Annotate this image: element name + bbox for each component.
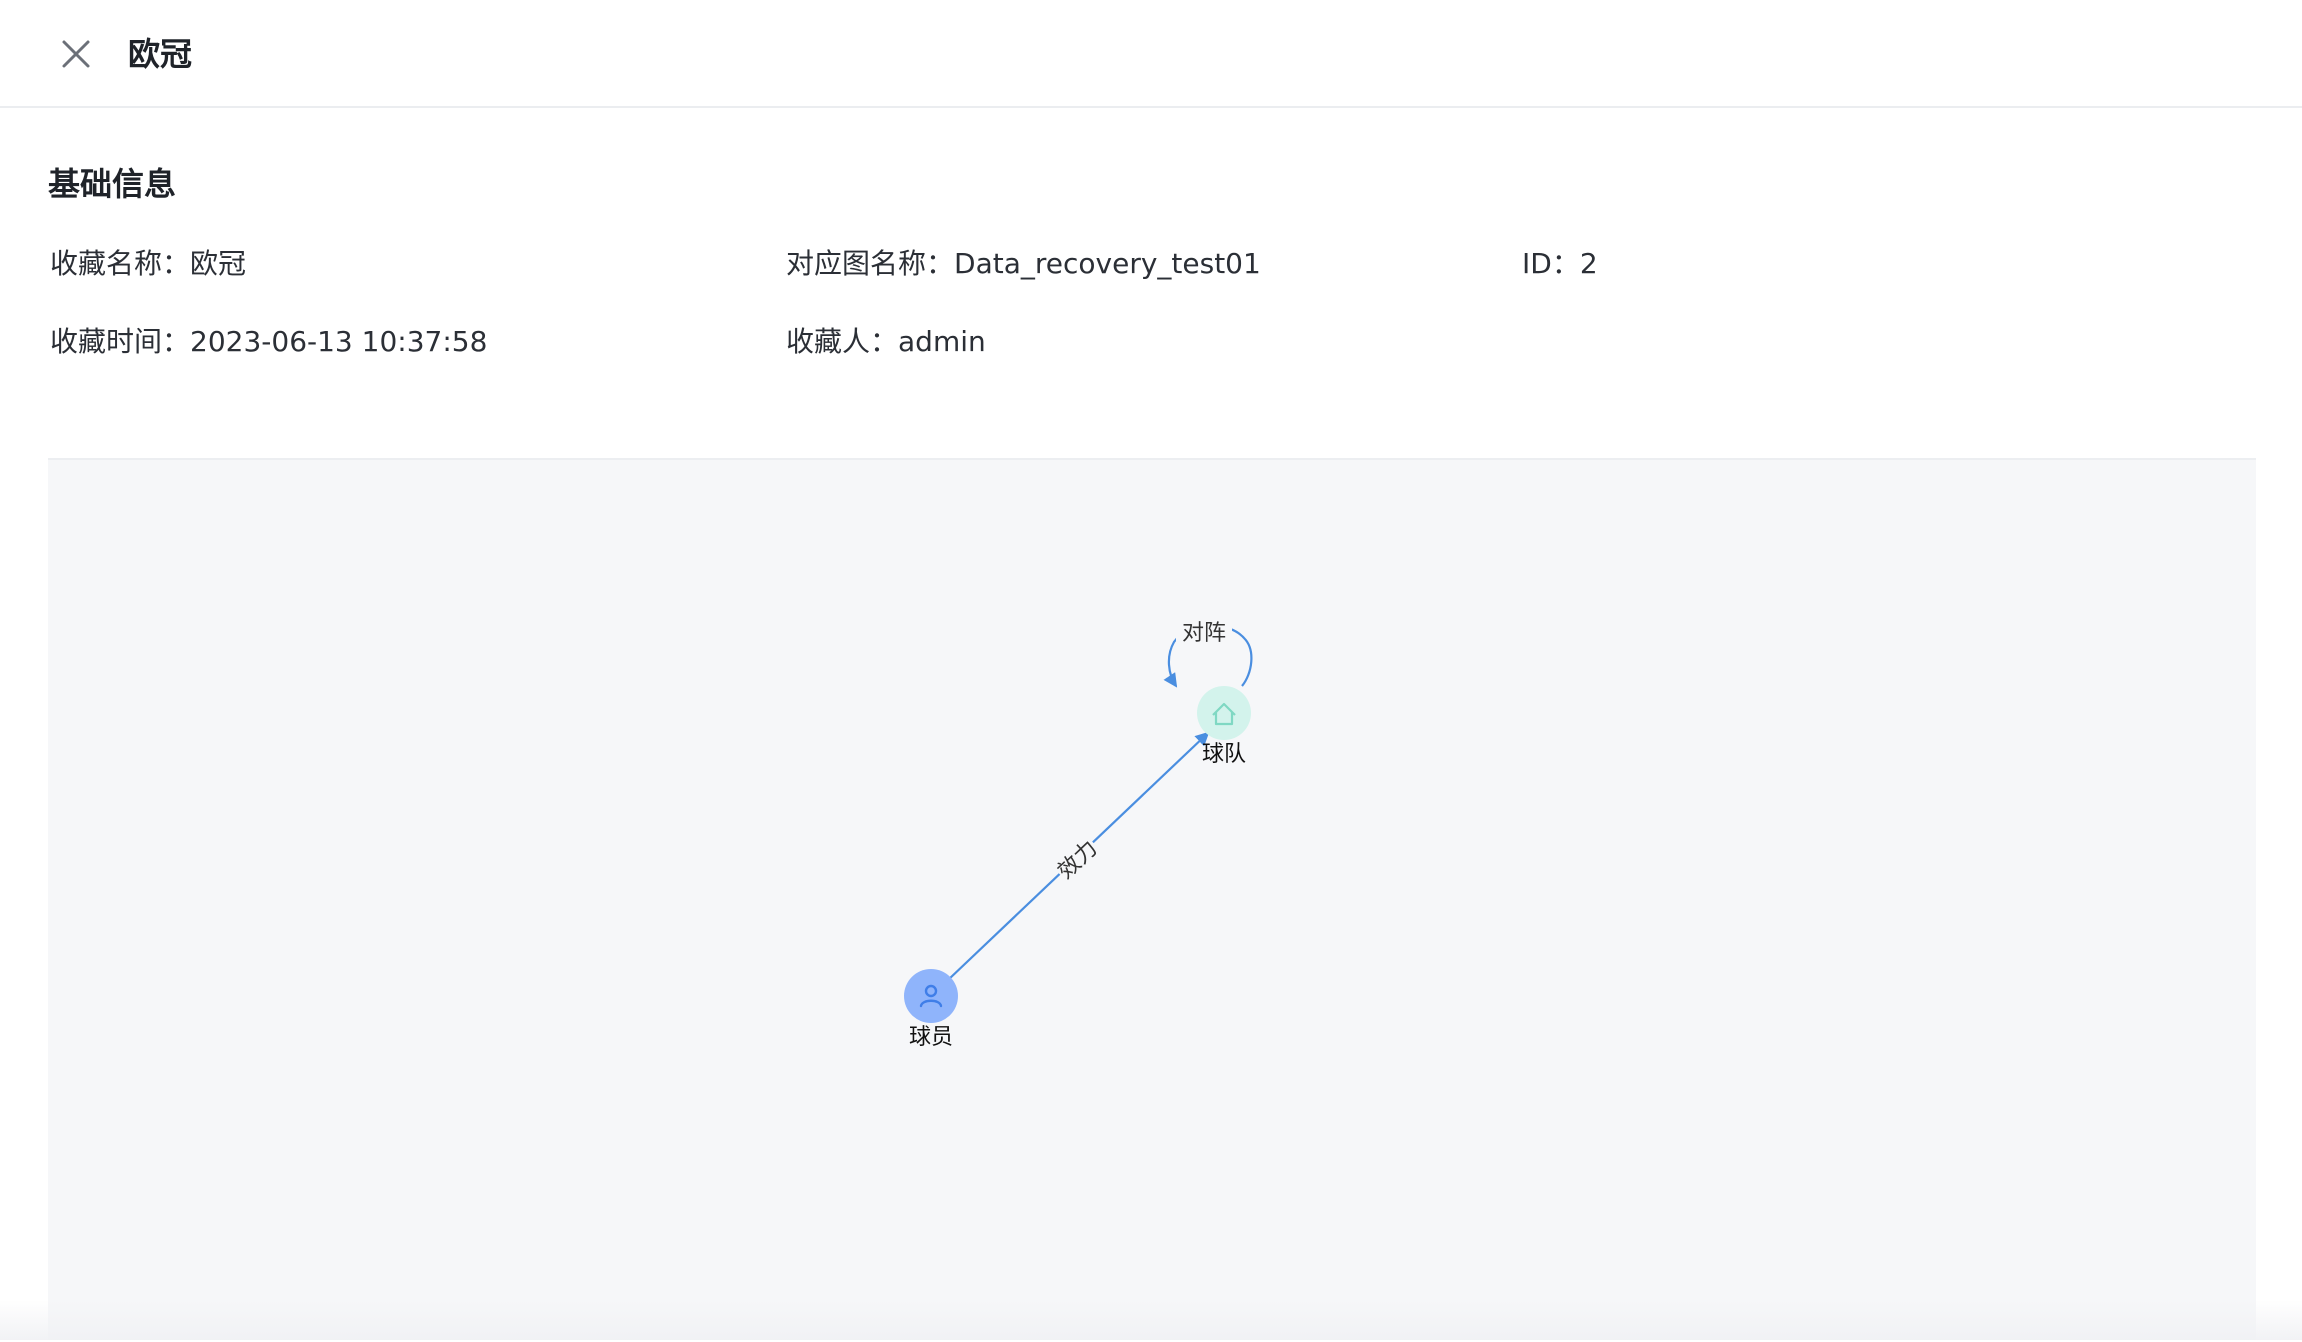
info-favoriter: 收藏人：admin bbox=[786, 322, 986, 362]
favorite-time-value: 2023-06-13 10:37:58 bbox=[190, 325, 488, 358]
id-label: ID： bbox=[1522, 247, 1580, 280]
close-button[interactable] bbox=[56, 34, 96, 74]
graph-name-value: Data_recovery_test01 bbox=[954, 247, 1261, 280]
graph-node-player[interactable]: 球员 bbox=[904, 969, 958, 1050]
graph-edge-versus-loop[interactable]: 对阵 bbox=[1163, 612, 1253, 688]
favorite-name-label: 收藏名称： bbox=[50, 247, 191, 280]
node-circle-team[interactable] bbox=[1197, 686, 1251, 740]
favoriter-value: admin bbox=[898, 325, 986, 358]
favoriter-label: 收藏人： bbox=[786, 325, 899, 358]
edge-label-plays-for: 效力 bbox=[1053, 836, 1102, 884]
graph-name-label: 对应图名称： bbox=[786, 247, 955, 280]
info-favorite-time: 收藏时间：2023-06-13 10:37:58 bbox=[50, 322, 487, 362]
info-id: ID：2 bbox=[1522, 244, 1598, 284]
graph-canvas[interactable]: 效力 对阵 球队 球员 bbox=[48, 458, 2256, 1340]
close-icon[interactable] bbox=[56, 34, 96, 74]
info-graph-name: 对应图名称：Data_recovery_test01 bbox=[786, 244, 1261, 284]
edge-label-versus: 对阵 bbox=[1182, 621, 1226, 646]
id-value: 2 bbox=[1579, 247, 1598, 280]
graph-edge-plays-for[interactable]: 效力 bbox=[947, 731, 1210, 981]
favorite-name-value: 欧冠 bbox=[190, 247, 247, 280]
page-title: 欧冠 bbox=[128, 35, 193, 73]
drawer-header: 欧冠 bbox=[0, 0, 2302, 108]
node-label-team: 球队 bbox=[1202, 742, 1246, 767]
node-label-player: 球员 bbox=[909, 1025, 953, 1050]
section-title-basic-info: 基础信息 bbox=[48, 165, 177, 203]
favorite-time-label: 收藏时间： bbox=[50, 325, 191, 358]
graph-node-team[interactable]: 球队 bbox=[1197, 686, 1251, 767]
graph-svg[interactable]: 效力 对阵 球队 球员 bbox=[48, 460, 2256, 1342]
bottom-shadow bbox=[0, 1300, 2302, 1340]
info-favorite-name: 收藏名称：欧冠 bbox=[50, 244, 246, 284]
